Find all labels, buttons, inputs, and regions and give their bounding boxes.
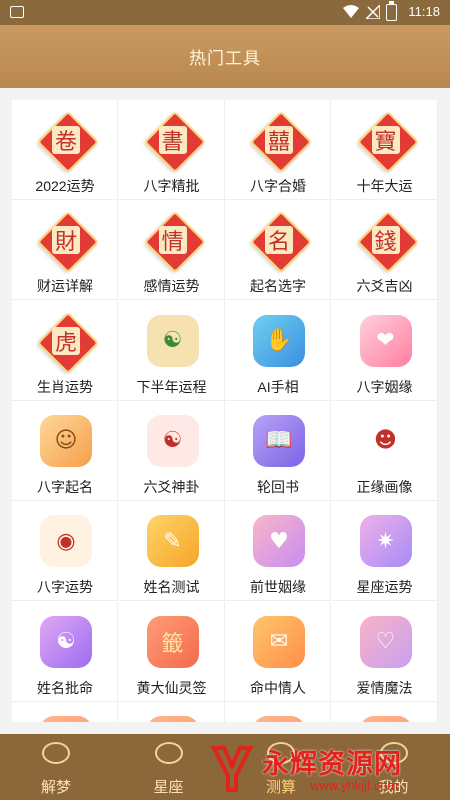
tool-item[interactable]: 名起名选字	[225, 200, 331, 301]
tool-item[interactable]: ❤ 八字姻缘	[331, 300, 438, 401]
tool-label: 黄大仙灵签	[136, 679, 207, 696]
heart-envelope-icon: ✉	[251, 614, 307, 670]
red-diamond-love-letter-icon: 情	[143, 211, 206, 274]
tool-label: 八字起名	[37, 478, 93, 495]
tool-label: 姓名测试	[143, 579, 200, 596]
tool-item[interactable]: 📖 轮回书	[225, 400, 331, 501]
pink-hearts-icon: ❤	[358, 313, 414, 369]
tool-label: 十年大运	[356, 178, 413, 194]
red-diamond-coin-icon: 錢	[356, 211, 419, 274]
tool-item[interactable]: ✋ AI手相	[225, 300, 331, 401]
open-book-icon: 📖	[251, 413, 307, 469]
tool-item[interactable]	[225, 701, 331, 722]
tool-item[interactable]: 錢六爻吉凶	[331, 200, 438, 301]
battery-icon	[386, 1, 397, 21]
tool-item[interactable]: ♡ 爱情魔法	[331, 601, 438, 702]
tools-grid: 卷 2022运势書八字精批囍八字合婚寶十年大运財财运详解情感情运势名起名选字錢六爻…	[12, 100, 438, 722]
red-diamond-book-icon: 書	[143, 110, 206, 174]
tool-label: 星座运势	[356, 579, 413, 596]
tool-label: 轮回书	[257, 478, 299, 495]
yin-yang-landscape-icon: ☯	[145, 313, 201, 369]
couple-silhouette-icon: ♥	[251, 513, 307, 569]
image-notification-icon	[10, 6, 24, 18]
watermark-url: www.yhkjjl.com	[310, 778, 399, 793]
red-diamond-gold-ingot-icon: 財	[36, 211, 100, 274]
tool-item[interactable]: ✉ 命中情人	[225, 601, 331, 702]
signal-icon	[366, 5, 380, 19]
tool-item[interactable]	[12, 701, 118, 722]
tool-label: 起名选字	[250, 278, 306, 295]
fortune-ball-icon: ◉	[38, 513, 94, 569]
tool-item[interactable]: ☯ 姓名批命	[12, 601, 118, 702]
tool-label: 命中情人	[250, 679, 306, 696]
tool-item[interactable]	[118, 701, 225, 722]
tool-label: 六爻神卦	[143, 478, 200, 495]
tool-label: 爱情魔法	[356, 679, 413, 696]
tool-item[interactable]: 情感情运势	[118, 200, 225, 301]
tool-item[interactable]: ☯ 六爻神卦	[118, 400, 225, 501]
ai-palm-icon: ✋	[251, 313, 307, 369]
tool-item[interactable]: ✷ 星座运势	[331, 501, 438, 602]
fortune-stick-icon: 籤	[145, 614, 201, 670]
tool-item[interactable]: ☻ 正缘画像	[331, 400, 438, 501]
nav-label: 解梦	[40, 778, 71, 796]
tool-item[interactable]: ☯ 下半年运程	[118, 300, 225, 401]
love-mirror-icon: ♡	[358, 614, 414, 670]
tool-item[interactable]	[331, 701, 438, 722]
tool-item[interactable]: 虎生肖运势	[12, 300, 118, 401]
status-bar: 11:18	[0, 0, 450, 25]
tool-label: 财运详解	[37, 278, 93, 295]
partial-icon	[145, 714, 201, 722]
zodiac-star-icon: ✷	[358, 513, 414, 569]
tool-label: AI手相	[257, 378, 299, 395]
tool-item[interactable]: ◉ 八字运势	[12, 501, 118, 602]
red-diamond-scroll-icon: 卷	[36, 110, 100, 174]
header: 热门工具	[0, 25, 450, 88]
red-diamond-double-happiness-icon: 囍	[249, 110, 313, 174]
tool-label: 2022运势	[35, 178, 95, 194]
tool-item[interactable]: 囍八字合婚	[225, 100, 331, 200]
clock: 11:18	[408, 4, 440, 19]
tool-item[interactable]: 書八字精批	[118, 100, 225, 200]
tool-label: 八字姻缘	[356, 378, 413, 395]
page-title: 热门工具	[189, 49, 261, 69]
tool-label: 六爻吉凶	[356, 278, 413, 295]
tool-label: 生肖运势	[37, 378, 93, 395]
partial-icon	[358, 714, 414, 722]
name-card-icon: ✎	[145, 513, 201, 569]
wifi-icon	[343, 5, 359, 18]
red-diamond-tiger-icon: 虎	[36, 311, 100, 374]
watermark: 永辉资源网 www.yhkjjl.com	[210, 738, 448, 798]
tool-item[interactable]: ♥ 前世姻缘	[225, 501, 331, 602]
partial-icon	[38, 714, 94, 722]
tool-label: 正缘画像	[356, 478, 413, 495]
tool-item[interactable]: ✎ 姓名测试	[118, 501, 225, 602]
watermark-text: 永辉资源网	[262, 749, 402, 780]
speech-bubble-icon	[154, 742, 183, 764]
speech-bubble-icon	[42, 742, 70, 764]
tool-label: 八字运势	[37, 579, 93, 596]
red-diamond-treasure-icon: 寶	[356, 110, 419, 174]
watermark-logo	[210, 746, 254, 792]
tool-item[interactable]: ☺ 八字起名	[12, 400, 118, 501]
tool-item[interactable]: 卷 2022运势	[12, 100, 118, 200]
tool-label: 八字精批	[143, 178, 200, 194]
tool-item[interactable]: 籤黄大仙灵签	[118, 601, 225, 702]
bagua-icon: ☯	[145, 413, 201, 469]
partial-icon	[251, 714, 307, 722]
tool-label: 前世姻缘	[250, 579, 306, 596]
nav-item[interactable]: 解梦	[0, 734, 112, 800]
tool-label: 八字合婚	[250, 178, 306, 194]
tool-item[interactable]: 寶十年大运	[331, 100, 438, 200]
nav-label: 星座	[153, 778, 184, 796]
opera-portrait-icon: ☻	[358, 413, 414, 469]
nav-item[interactable]: 星座	[113, 734, 225, 800]
purple-bagua-icon: ☯	[38, 614, 94, 670]
tool-label: 感情运势	[143, 278, 200, 295]
tool-label: 姓名批命	[37, 679, 93, 696]
red-diamond-scroll-brush-icon: 名	[249, 211, 313, 274]
tool-item[interactable]: 財财运详解	[12, 200, 118, 301]
tool-label: 下半年运程	[136, 378, 207, 395]
baby-icon: ☺	[38, 413, 94, 469]
